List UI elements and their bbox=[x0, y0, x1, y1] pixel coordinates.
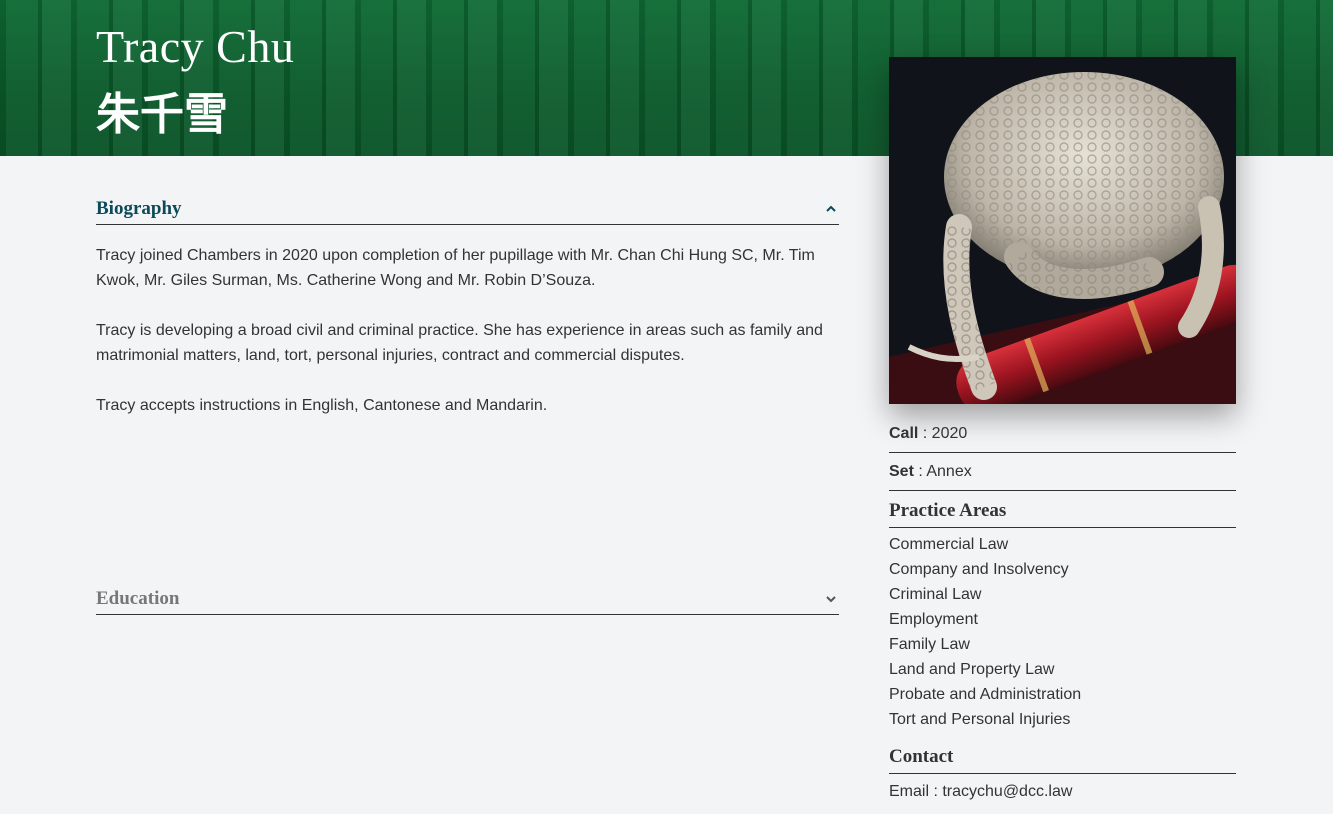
profile-photo bbox=[889, 57, 1236, 404]
biography-paragraph: Tracy joined Chambers in 2020 upon compl… bbox=[96, 247, 815, 289]
biography-paragraph: Tracy accepts instructions in English, C… bbox=[96, 397, 548, 414]
call-label: Call bbox=[889, 425, 919, 442]
call-value: : 2020 bbox=[918, 425, 968, 442]
practice-area-item: Company and Insolvency bbox=[889, 561, 1069, 578]
practice-area-item: Land and Property Law bbox=[889, 661, 1055, 678]
barrister-name: Tracy Chu bbox=[96, 21, 295, 72]
contact-title: Contact bbox=[889, 743, 1236, 774]
practice-areas-list: Commercial Law Company and Insolvency Cr… bbox=[889, 532, 1236, 732]
call-year: Call : 2020 bbox=[889, 419, 1236, 453]
biography-paragraph: Tracy is developing a broad civil and cr… bbox=[96, 322, 823, 364]
set-label: Set bbox=[889, 463, 914, 480]
email-link[interactable]: tracychu@dcc.law bbox=[942, 783, 1072, 800]
chambers-set: Set : Annex bbox=[889, 457, 1236, 491]
biography-content: Tracy joined Chambers in 2020 upon compl… bbox=[96, 225, 839, 418]
education-section: Education bbox=[96, 584, 839, 615]
details-panel: Call : 2020 Set : Annex bbox=[889, 419, 1236, 491]
biography-section: Biography Tracy joined Chambers in 2020 … bbox=[96, 194, 839, 443]
email-label: Email : bbox=[889, 783, 943, 800]
practice-area-item: Employment bbox=[889, 611, 978, 628]
practice-area-item: Criminal Law bbox=[889, 586, 982, 603]
practice-areas-section: Practice Areas Commercial Law Company an… bbox=[889, 497, 1236, 732]
biography-title: Biography bbox=[96, 198, 182, 219]
practice-areas-title: Practice Areas bbox=[889, 497, 1236, 528]
education-toggle[interactable]: Education bbox=[96, 584, 839, 615]
chevron-down-icon bbox=[825, 593, 837, 605]
barrister-name-chinese: 朱千雪 bbox=[96, 89, 228, 140]
education-title: Education bbox=[96, 588, 180, 609]
biography-toggle[interactable]: Biography bbox=[96, 194, 839, 225]
practice-area-item: Commercial Law bbox=[889, 536, 1009, 553]
practice-area-item: Tort and Personal Injuries bbox=[889, 711, 1071, 728]
contact-section: Contact Email : tracychu@dcc.law bbox=[889, 743, 1236, 804]
chevron-up-icon bbox=[825, 203, 837, 215]
contact-email: Email : tracychu@dcc.law bbox=[889, 779, 1236, 804]
set-value: : Annex bbox=[913, 463, 972, 480]
practice-area-item: Probate and Administration bbox=[889, 686, 1082, 703]
practice-area-item: Family Law bbox=[889, 636, 970, 653]
